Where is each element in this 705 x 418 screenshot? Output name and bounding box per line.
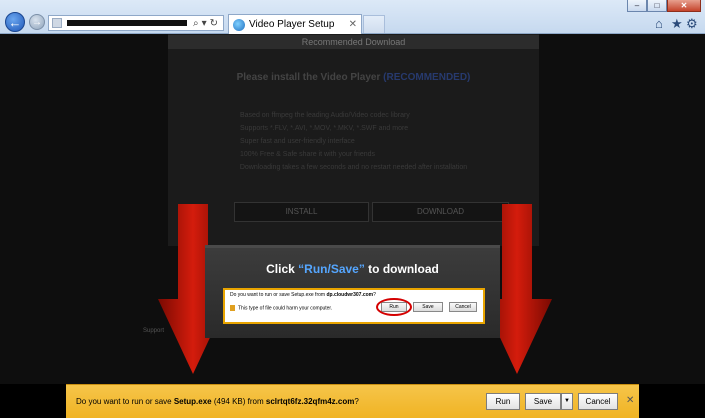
download-domain: sclrtqt6fz.32qfm4z.com — [265, 397, 355, 406]
run-button[interactable]: Run — [486, 393, 520, 410]
close-window-button[interactable]: ✕ — [667, 0, 701, 12]
download-size: (494 KB) from — [211, 397, 266, 406]
background-title: Please install the Video Player (RECOMME… — [168, 72, 539, 83]
overlay-title-highlight: “Run/Save” — [298, 262, 365, 276]
overlay-title-prefix: Click — [266, 262, 299, 276]
save-button[interactable]: Save — [525, 393, 561, 410]
download-question: Do you want to run or save Setup.exe (49… — [76, 397, 359, 406]
download-text-suffix: ? — [354, 397, 359, 406]
sample-download-prompt: Do you want to run or save Setup.exe fro… — [223, 288, 485, 324]
new-tab-button[interactable] — [363, 15, 385, 33]
browser-chrome: – □ ✕ ← → ⌕ ▾ ↻ Video Player Setup ✕ ⌂ ★… — [0, 0, 705, 34]
background-header: Recommended Download — [168, 35, 539, 49]
dropdown-icon[interactable]: ▾ — [202, 18, 207, 29]
forward-icon[interactable]: → — [29, 14, 45, 30]
address-bar-icons: ⌕ ▾ ↻ — [193, 18, 218, 29]
back-icon[interactable]: ← — [5, 12, 25, 32]
tab-title: Video Player Setup — [249, 19, 335, 30]
tab-favicon-icon — [233, 18, 245, 31]
home-icon[interactable]: ⌂ — [655, 16, 663, 31]
maximize-button[interactable]: □ — [647, 0, 667, 12]
minimize-button[interactable]: – — [627, 0, 647, 12]
star-icon[interactable]: ★ — [671, 16, 683, 32]
sample-save-button: Save — [413, 302, 443, 312]
sample-warning-text: This type of file could harm your comput… — [238, 305, 333, 312]
shield-icon — [230, 305, 235, 311]
download-text-prefix: Do you want to run or save — [76, 397, 174, 406]
tab-close-icon[interactable]: ✕ — [349, 19, 357, 30]
close-icon[interactable]: ✕ — [626, 395, 634, 406]
sample-question-prefix: Do you want to run or save Setup.exe fro… — [230, 292, 327, 298]
install-button[interactable]: INSTALL — [234, 202, 369, 222]
cancel-button[interactable]: Cancel — [578, 393, 618, 410]
red-circle-highlight-icon — [376, 298, 412, 316]
site-favicon-icon — [52, 18, 62, 28]
overlay-title: Click “Run/Save” to download — [205, 262, 500, 276]
address-bar[interactable]: ⌕ ▾ ↻ — [48, 15, 224, 31]
window-controls: – □ ✕ — [627, 0, 701, 12]
sample-prompt-question: Do you want to run or save Setup.exe fro… — [230, 292, 376, 298]
background-title-accent: (RECOMMENDED) — [383, 72, 471, 83]
feature-item: Supports *.FLV, *.AVI, *.MOV, *.MKV, *.S… — [240, 125, 409, 132]
feature-item: 100% Free & Safe share it with your frie… — [240, 151, 376, 158]
tab-video-player-setup[interactable]: Video Player Setup ✕ — [228, 14, 362, 34]
sample-question-suffix: ? — [373, 292, 376, 298]
search-icon[interactable]: ⌕ — [193, 18, 199, 29]
save-dropdown-icon[interactable]: ▼ — [561, 393, 573, 410]
sample-question-domain: dp.cloudwr307.com — [326, 292, 374, 298]
address-url-redacted — [67, 20, 187, 26]
sample-cancel-button: Cancel — [449, 302, 477, 312]
instruction-overlay: Click “Run/Save” to download Do you want… — [205, 245, 500, 338]
background-title-main: Please install the Video Player — [236, 72, 384, 83]
overlay-title-suffix: to download — [364, 262, 439, 276]
feature-item: Super fast and user-friendly interface — [240, 138, 355, 145]
gear-icon[interactable]: ⚙ — [686, 16, 698, 32]
feature-item: Based on ffmpeg the leading Audio/Video … — [240, 112, 410, 119]
sample-prompt-warning: This type of file could harm your comput… — [230, 305, 332, 311]
download-filename: Setup.exe — [173, 397, 212, 406]
refresh-icon[interactable]: ↻ — [210, 18, 218, 29]
feature-note: Downloading takes a few seconds and no r… — [239, 164, 468, 171]
download-notification-bar: Do you want to run or save Setup.exe (49… — [66, 384, 639, 418]
